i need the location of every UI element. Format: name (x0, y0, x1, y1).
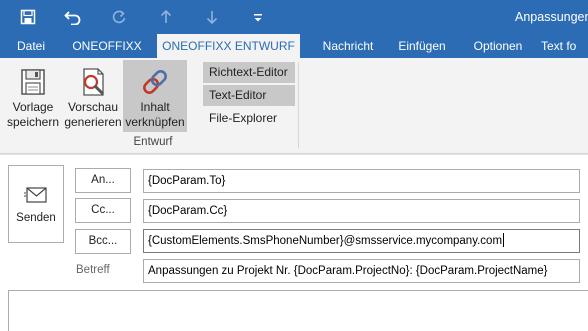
richtext-editor-button[interactable]: Richtext-Editor (203, 62, 295, 83)
chain-link-icon (143, 70, 167, 94)
link-content-button[interactable]: Inhalt verknüpfen (123, 60, 187, 132)
save-template-icon (21, 69, 45, 95)
preview-label-line2: generieren (64, 115, 122, 129)
tab-text-format[interactable]: Text fo (541, 34, 588, 58)
arrow-up-icon[interactable] (153, 4, 179, 30)
subject-label: Betreff (76, 264, 110, 276)
customize-icon[interactable] (245, 4, 271, 30)
text-caret (503, 233, 505, 247)
tab-datei[interactable]: Datei (0, 34, 62, 58)
cc-button[interactable]: Cc... (75, 198, 131, 223)
tab-optionen[interactable]: Optionen (462, 34, 534, 58)
arrow-down-icon[interactable] (199, 4, 225, 30)
envelope-icon (24, 187, 47, 203)
compose-area: Senden An... {DocParam.To} Cc... {DocPar… (0, 154, 588, 331)
file-explorer-button[interactable]: File-Explorer (203, 108, 295, 129)
send-label: Senden (16, 212, 56, 224)
tab-einfuegen[interactable]: Einfügen (390, 34, 454, 58)
link-content-label-line2: verknüpfen (125, 115, 185, 129)
to-button[interactable]: An... (75, 168, 131, 193)
undo-icon[interactable] (60, 4, 86, 30)
group-separator (298, 62, 299, 148)
link-content-label-line1: Inhalt (140, 100, 170, 114)
send-button[interactable]: Senden (8, 165, 64, 243)
title-bar: Anpassungen (0, 0, 588, 34)
preview-icon (83, 68, 104, 96)
ribbon: Vorlage speichern Vorschau generieren In… (0, 58, 588, 154)
ribbon-tabs: Datei ONEOFFIXX ONEOFFIXX ENTWURF Nachri… (0, 34, 588, 58)
message-body[interactable] (8, 290, 588, 331)
group-label-entwurf: Entwurf (133, 136, 173, 148)
window-title: Anpassungen (515, 10, 588, 24)
save-icon[interactable] (15, 4, 41, 30)
subject-field[interactable]: Anpassungen zu Projekt Nr. {DocParam.Pro… (143, 259, 580, 283)
tab-oneoffixx-entwurf[interactable]: ONEOFFIXX ENTWURF (157, 34, 300, 58)
bcc-field-text: {CustomElements.SmsPhoneNumber}@smsservi… (148, 235, 503, 247)
redo-icon[interactable] (106, 4, 132, 30)
cc-field[interactable]: {DocParam.Cc} (143, 199, 580, 223)
save-template-label-line2: speichern (6, 115, 60, 129)
tab-nachricht[interactable]: Nachricht (306, 34, 390, 58)
text-editor-button[interactable]: Text-Editor (203, 85, 295, 106)
preview-label-line1: Vorschau (67, 100, 119, 114)
bcc-field[interactable]: {CustomElements.SmsPhoneNumber}@smsservi… (143, 229, 580, 253)
preview-button[interactable]: Vorschau generieren (62, 60, 124, 132)
tab-oneoffixx[interactable]: ONEOFFIXX (62, 34, 152, 58)
to-field[interactable]: {DocParam.To} (143, 169, 580, 193)
bcc-button[interactable]: Bcc... (75, 229, 131, 254)
save-template-button[interactable]: Vorlage speichern (4, 60, 62, 132)
save-template-label-line1: Vorlage (12, 100, 54, 114)
